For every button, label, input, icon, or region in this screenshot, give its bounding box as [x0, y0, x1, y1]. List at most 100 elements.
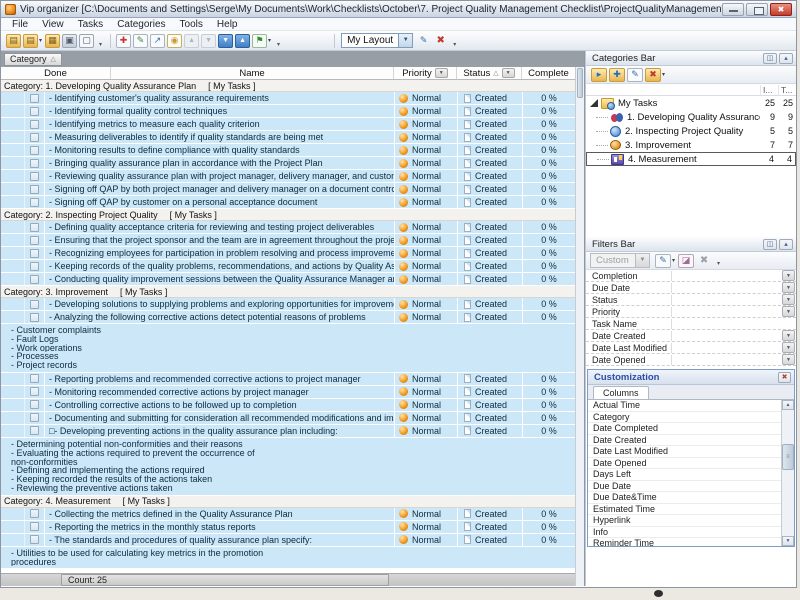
menu-item-file[interactable]: File	[5, 19, 35, 30]
priority-filter-icon[interactable]: ▼	[435, 68, 448, 78]
column-option[interactable]: Date Last Modified	[588, 446, 781, 458]
edit-layout-icon[interactable]: ✎	[416, 34, 431, 48]
done-checkbox[interactable]	[30, 300, 39, 309]
remove-filter-icon[interactable]: ✖	[696, 254, 712, 268]
done-checkbox[interactable]	[30, 159, 39, 168]
apply-filter-icon[interactable]: ✎	[655, 254, 671, 268]
column-option[interactable]: Due Date	[588, 481, 781, 493]
done-checkbox[interactable]	[30, 522, 39, 531]
delete-category-icon[interactable]: ✖	[645, 68, 661, 82]
task-row[interactable]: - Controlling corrective actions to be f…	[1, 399, 575, 412]
toolbar-overflow-icon[interactable]: ▾	[99, 41, 102, 50]
chevron-down-icon[interactable]: ▾	[662, 71, 665, 78]
scroll-down-icon[interactable]: ▼	[782, 536, 794, 546]
column-option[interactable]: Date Completed	[588, 423, 781, 435]
done-checkbox[interactable]	[30, 509, 39, 518]
chevron-down-icon[interactable]: ▼	[782, 306, 795, 317]
expander-icon[interactable]	[590, 99, 598, 107]
category-group-header[interactable]: Category: 1. Developing Quality Assuranc…	[1, 80, 575, 92]
panel-collapse-icon[interactable]: ▴	[779, 239, 793, 250]
tree-col2-header[interactable]: T...	[778, 85, 796, 95]
task-row[interactable]: - Defining quality acceptance criteria f…	[1, 221, 575, 234]
status-filter-icon[interactable]: ▼	[502, 68, 515, 78]
task-row[interactable]: - Ensuring that the project sponsor and …	[1, 234, 575, 247]
scrollbar-thumb[interactable]: ≡	[782, 444, 794, 470]
task-row[interactable]: - Reporting the metrics in the monthly s…	[1, 521, 575, 534]
print-preview-icon[interactable]: ▢	[79, 34, 94, 48]
category-tree-item[interactable]: 1. Developing Quality Assurance Plan99	[586, 110, 796, 124]
column-priority[interactable]: Priority▼	[394, 67, 457, 79]
chevron-down-icon[interactable]: ▼	[782, 282, 795, 293]
filter-row[interactable]: Date Opened▼	[586, 354, 796, 366]
done-checkbox[interactable]	[30, 400, 39, 409]
go-to-icon[interactable]: ⚑	[252, 34, 267, 48]
panel-collapse-icon[interactable]: ▴	[779, 53, 793, 64]
menu-item-categories[interactable]: Categories	[110, 19, 172, 30]
chevron-down-icon[interactable]: ▼	[782, 330, 795, 341]
done-checkbox[interactable]	[30, 426, 39, 435]
task-row[interactable]: - Analyzing the following corrective act…	[1, 311, 575, 324]
task-row[interactable]: - The standards and procedures of qualit…	[1, 534, 575, 547]
task-row[interactable]: - Developing solutions to supplying prob…	[1, 298, 575, 311]
task-row[interactable]: - Identifying formal quality control tec…	[1, 105, 575, 118]
task-row[interactable]: - Monitoring recommended corrective acti…	[1, 386, 575, 399]
column-name[interactable]: Name	[111, 67, 394, 79]
toolbar-overflow-icon[interactable]: ▾	[453, 41, 456, 50]
category-group-header[interactable]: Category: 4. Measurement[ My Tasks ]	[1, 496, 575, 508]
done-checkbox[interactable]	[30, 275, 39, 284]
task-row[interactable]: - Conducting quality improvement session…	[1, 273, 575, 286]
column-complete[interactable]: Complete	[522, 67, 575, 79]
done-checkbox[interactable]	[30, 120, 39, 129]
collapse-all-icon[interactable]: ▲	[235, 34, 250, 48]
column-option[interactable]: Days Left	[588, 469, 781, 481]
restore-button[interactable]	[746, 3, 768, 16]
close-icon[interactable]: ✖	[778, 372, 791, 383]
expand-all-icon[interactable]: ▼	[218, 34, 233, 48]
done-checkbox[interactable]	[30, 107, 39, 116]
menu-item-tools[interactable]: Tools	[173, 19, 210, 30]
done-checkbox[interactable]	[30, 94, 39, 103]
minimize-button[interactable]	[722, 3, 744, 16]
column-status[interactable]: Status△▼	[457, 67, 522, 79]
chevron-down-icon[interactable]: ▾	[268, 37, 271, 44]
task-row[interactable]: - Documenting and submitting for conside…	[1, 412, 575, 425]
edit-category-icon[interactable]: ✎	[627, 68, 643, 82]
column-option[interactable]: Date Created	[588, 435, 781, 447]
filter-row[interactable]: Priority▼	[586, 306, 796, 318]
done-checkbox[interactable]	[30, 374, 39, 383]
menu-item-view[interactable]: View	[35, 19, 71, 30]
done-checkbox[interactable]	[30, 198, 39, 207]
new-subcategory-icon[interactable]: ✚	[609, 68, 625, 82]
column-option[interactable]: Estimated Time	[588, 504, 781, 516]
group-by-category-button[interactable]: Category △	[4, 53, 62, 66]
layout-combo[interactable]: My Layout▼	[341, 33, 413, 48]
category-tree-item[interactable]: 4. Measurement44	[586, 152, 796, 166]
print-icon[interactable]: ▣	[62, 34, 77, 48]
column-option[interactable]: Actual Time	[588, 400, 781, 412]
task-row[interactable]: - Reviewing quality assurance plan with …	[1, 170, 575, 183]
chevron-down-icon[interactable]: ▼	[782, 342, 795, 353]
task-row[interactable]: - Recognizing employees for participatio…	[1, 247, 575, 260]
filter-row[interactable]: Completion▼	[586, 270, 796, 282]
column-option[interactable]: Info	[588, 527, 781, 539]
done-checkbox[interactable]	[30, 387, 39, 396]
menu-item-tasks[interactable]: Tasks	[71, 19, 111, 30]
task-row[interactable]: - Monitoring results to define complianc…	[1, 144, 575, 157]
done-checkbox[interactable]	[30, 249, 39, 258]
filter-row[interactable]: Task Name	[586, 318, 796, 330]
category-group-header[interactable]: Category: 3. Improvement[ My Tasks ]	[1, 286, 575, 298]
task-row[interactable]: - Measuring deliverables to identify if …	[1, 131, 575, 144]
chevron-down-icon[interactable]: ▾	[39, 37, 42, 44]
save-checklist-icon[interactable]: ▦	[45, 34, 60, 48]
task-row[interactable]: - Collecting the metrics defined in the …	[1, 508, 575, 521]
chevron-down-icon[interactable]: ▼	[398, 34, 412, 47]
filter-row[interactable]: Date Last Modified▼	[586, 342, 796, 354]
title-bar[interactable]: Vip organizer [C:\Documents and Settings…	[1, 1, 796, 18]
chevron-down-icon[interactable]: ▼	[782, 294, 795, 305]
task-row[interactable]: - Identifying metrics to measure each qu…	[1, 118, 575, 131]
tab-columns[interactable]: Columns	[593, 386, 649, 399]
clear-filter-icon[interactable]: ◪	[678, 254, 694, 268]
done-checkbox[interactable]	[30, 413, 39, 422]
done-checkbox[interactable]	[30, 223, 39, 232]
task-row[interactable]: □- Developing preventing actions in the …	[1, 425, 575, 438]
